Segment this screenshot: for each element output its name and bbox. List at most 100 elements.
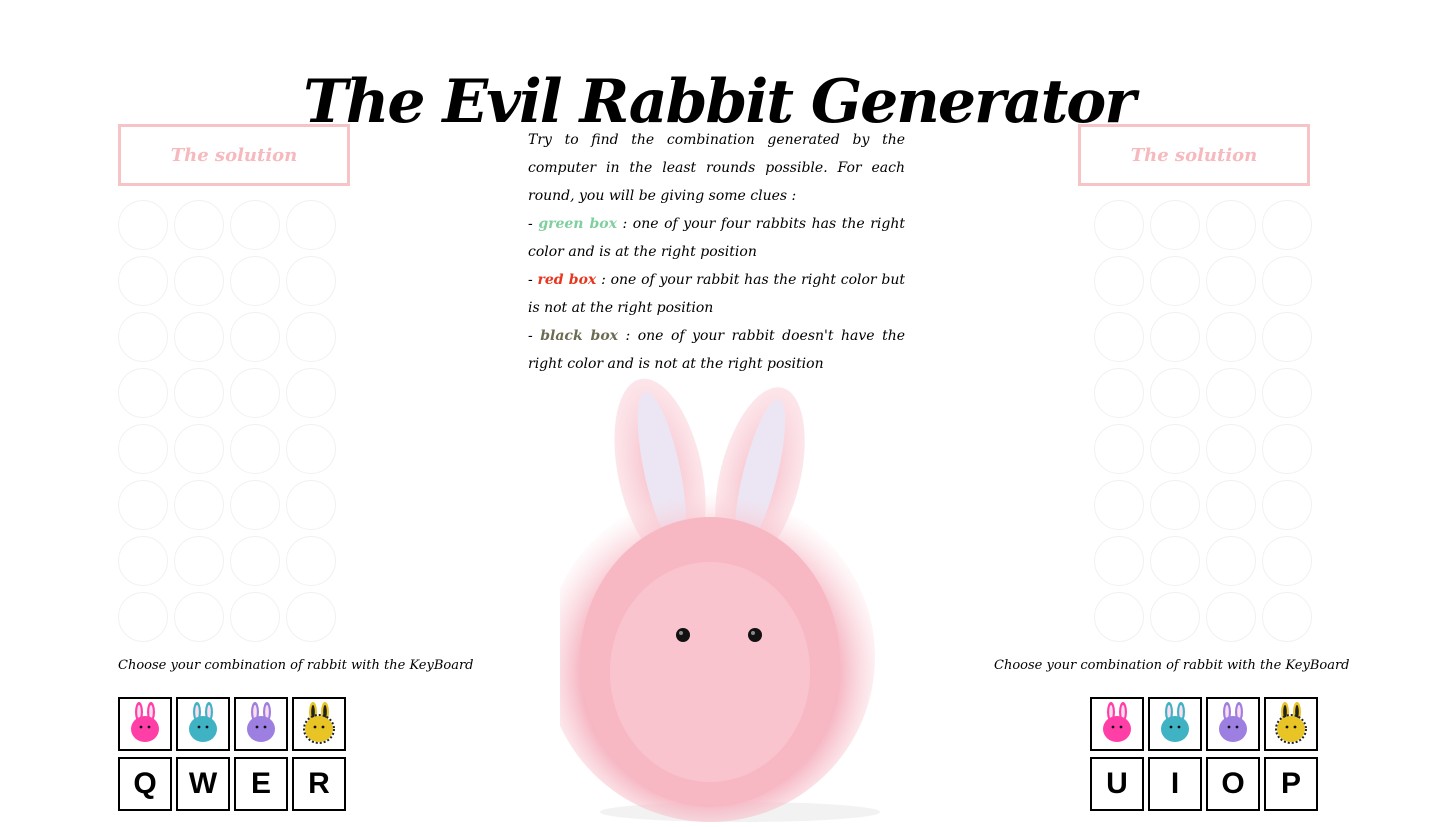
guess-board-right — [1094, 200, 1314, 644]
guess-slot — [1262, 368, 1312, 418]
palette-left: QWER — [118, 697, 346, 811]
guess-slot — [1150, 536, 1200, 586]
guess-slot — [230, 200, 280, 250]
palette-right: UIOP — [1090, 697, 1318, 811]
key-i-button[interactable]: I — [1148, 757, 1202, 811]
guess-slot — [1206, 200, 1256, 250]
key-o-button[interactable]: O — [1206, 757, 1260, 811]
guess-slot — [230, 312, 280, 362]
solution-box-right: The solution — [1078, 124, 1310, 186]
clue-red-label: red box — [537, 272, 597, 288]
guess-slot — [230, 368, 280, 418]
guess-slot — [1206, 424, 1256, 474]
guess-slot — [230, 536, 280, 586]
guess-slot — [1206, 312, 1256, 362]
guess-board-left — [118, 200, 338, 644]
teal-rabbit-swatch[interactable] — [176, 697, 230, 751]
guess-slot — [118, 424, 168, 474]
guess-slot — [286, 424, 336, 474]
guess-slot — [1262, 200, 1312, 250]
guess-slot — [118, 368, 168, 418]
guess-slot — [286, 480, 336, 530]
solution-label: The solution — [1130, 144, 1258, 166]
clue-green-label: green box — [538, 216, 617, 232]
purple-rabbit-icon — [1210, 699, 1256, 749]
guess-slot — [1094, 424, 1144, 474]
pink-rabbit-icon — [122, 699, 168, 749]
pink-rabbit-swatch[interactable] — [1090, 697, 1144, 751]
guess-slot — [1094, 200, 1144, 250]
guess-slot — [1150, 368, 1200, 418]
guess-slot — [174, 312, 224, 362]
guess-slot — [286, 200, 336, 250]
guess-slot — [1094, 536, 1144, 586]
guess-slot — [1150, 424, 1200, 474]
purple-rabbit-icon — [238, 699, 284, 749]
guess-slot — [286, 592, 336, 642]
guess-slot — [1206, 368, 1256, 418]
guess-slot — [174, 536, 224, 586]
guess-slot — [1150, 200, 1200, 250]
teal-rabbit-swatch[interactable] — [1148, 697, 1202, 751]
guess-slot — [118, 592, 168, 642]
guess-slot — [118, 200, 168, 250]
key-e-button[interactable]: E — [234, 757, 288, 811]
guess-slot — [118, 536, 168, 586]
yellow-black-rabbit-swatch[interactable] — [1264, 697, 1318, 751]
guess-slot — [174, 592, 224, 642]
clue-red: - red box : one of your rabbit has the r… — [528, 272, 905, 316]
yellow-black-rabbit-swatch[interactable] — [292, 697, 346, 751]
pink-rabbit-icon — [1094, 699, 1140, 749]
key-r-button[interactable]: R — [292, 757, 346, 811]
key-p-button[interactable]: P — [1264, 757, 1318, 811]
guess-slot — [230, 592, 280, 642]
clue-black-label: black box — [540, 328, 619, 344]
solution-box-left: The solution — [118, 124, 350, 186]
guess-slot — [174, 368, 224, 418]
yellow-black-rabbit-icon — [1268, 699, 1314, 749]
guess-slot — [174, 200, 224, 250]
guess-slot — [174, 424, 224, 474]
guess-slot — [1262, 312, 1312, 362]
guess-slot — [1262, 592, 1312, 642]
choose-label-left: Choose your combination of rabbit with t… — [118, 658, 474, 673]
guess-slot — [1206, 536, 1256, 586]
guess-slot — [1094, 480, 1144, 530]
guess-slot — [1262, 424, 1312, 474]
pink-bunny-illustration — [545, 378, 880, 822]
guess-slot — [1150, 480, 1200, 530]
purple-rabbit-swatch[interactable] — [234, 697, 288, 751]
instructions: Try to find the combination generated by… — [528, 126, 905, 378]
guess-slot — [1094, 368, 1144, 418]
guess-slot — [1262, 256, 1312, 306]
guess-slot — [286, 536, 336, 586]
choose-label-right: Choose your combination of rabbit with t… — [994, 658, 1350, 673]
guess-slot — [1206, 592, 1256, 642]
guess-slot — [118, 312, 168, 362]
teal-rabbit-icon — [180, 699, 226, 749]
guess-slot — [174, 256, 224, 306]
guess-slot — [286, 312, 336, 362]
guess-slot — [1094, 592, 1144, 642]
key-u-button[interactable]: U — [1090, 757, 1144, 811]
purple-rabbit-swatch[interactable] — [1206, 697, 1260, 751]
instructions-intro: Try to find the combination generated by… — [528, 132, 905, 204]
guess-slot — [1262, 480, 1312, 530]
guess-slot — [286, 256, 336, 306]
key-w-button[interactable]: W — [176, 757, 230, 811]
guess-slot — [118, 480, 168, 530]
guess-slot — [1206, 480, 1256, 530]
pink-rabbit-swatch[interactable] — [118, 697, 172, 751]
guess-slot — [1094, 256, 1144, 306]
guess-slot — [174, 480, 224, 530]
guess-slot — [1094, 312, 1144, 362]
guess-slot — [1150, 256, 1200, 306]
guess-slot — [230, 480, 280, 530]
guess-slot — [230, 424, 280, 474]
clue-green: - green box : one of your four rabbits h… — [528, 216, 906, 260]
clue-black: - black box : one of your rabbit doesn't… — [528, 328, 905, 372]
guess-slot — [1206, 256, 1256, 306]
guess-slot — [230, 256, 280, 306]
key-q-button[interactable]: Q — [118, 757, 172, 811]
guess-slot — [1150, 592, 1200, 642]
